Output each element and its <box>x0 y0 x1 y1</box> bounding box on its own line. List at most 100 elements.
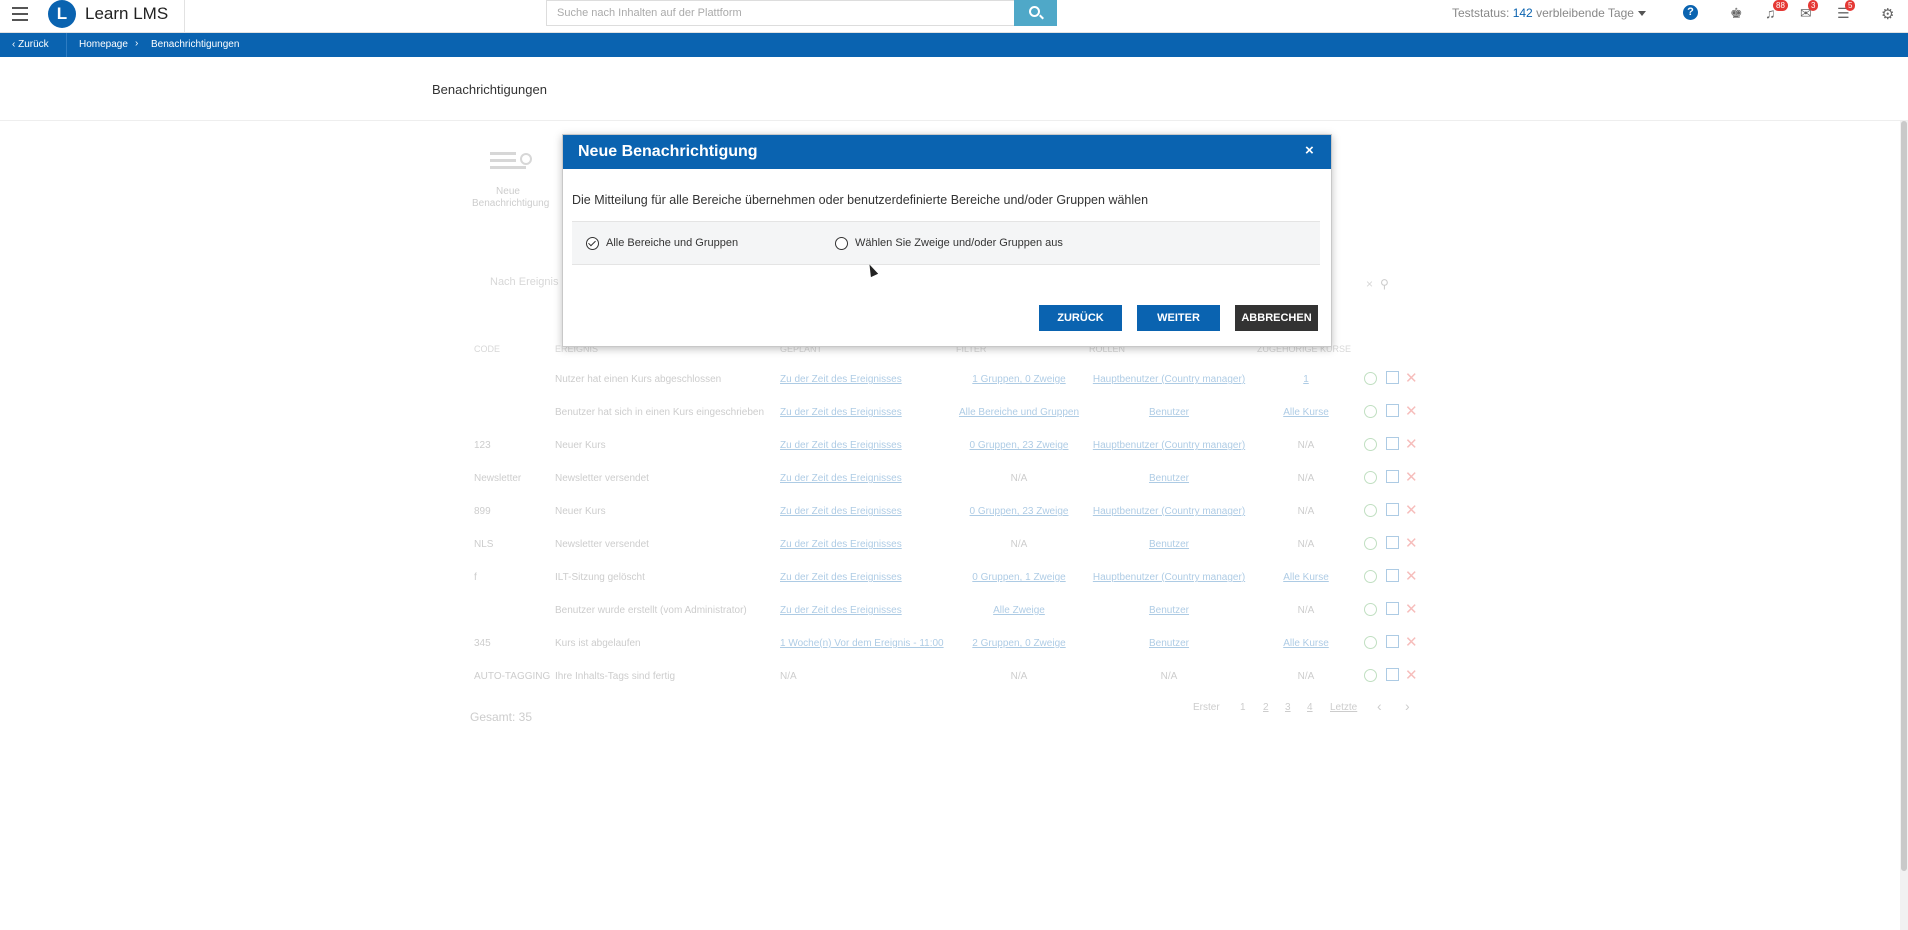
activate-icon[interactable] <box>1364 372 1377 385</box>
total-count: Gesamt: 35 <box>470 710 533 724</box>
cell-roles[interactable]: Benutzer <box>1088 407 1250 418</box>
table-row: Benutzer wurde erstellt (vom Administrat… <box>0 601 1908 638</box>
new-notification-dialog: Neue Benachrichtigung × Die Mitteilung f… <box>562 134 1332 347</box>
cell-roles[interactable]: Benutzer <box>1088 638 1250 649</box>
cell-event: Newsletter versendet <box>555 539 649 550</box>
edit-icon[interactable] <box>1386 437 1399 450</box>
delete-icon[interactable]: ✕ <box>1405 534 1418 552</box>
edit-icon[interactable] <box>1386 536 1399 549</box>
cell-roles[interactable]: Hauptbenutzer (Country manager) <box>1088 374 1250 385</box>
table-row: 345 Kurs ist abgelaufen 1 Woche(n) Vor dem… <box>0 634 1908 671</box>
delete-icon[interactable]: ✕ <box>1405 666 1418 684</box>
delete-icon[interactable]: ✕ <box>1405 435 1418 453</box>
cell-scheduled[interactable]: Zu der Zeit des Ereignisses <box>780 473 902 484</box>
cell-event: Newsletter versendet <box>555 473 649 484</box>
activate-icon[interactable] <box>1364 405 1377 418</box>
activate-icon[interactable] <box>1364 570 1377 583</box>
table-row: AUTO-TAGGING Ihre Inhalts-Tags sind ferti… <box>0 667 1908 704</box>
radio-custom-areas[interactable] <box>835 237 848 250</box>
cell-filter: N/A <box>1010 539 1028 550</box>
activate-icon[interactable] <box>1364 669 1377 682</box>
cell-courses: N/A <box>1297 506 1315 517</box>
cell-filter[interactable]: 2 Gruppen, 0 Zweige <box>950 638 1088 649</box>
chevron-left-icon[interactable]: ‹ <box>1377 698 1382 714</box>
activate-icon[interactable] <box>1364 504 1377 517</box>
cell-filter[interactable]: Alle Bereiche und Gruppen <box>950 407 1088 418</box>
cell-filter[interactable]: Alle Zweige <box>950 605 1088 616</box>
pagination-page[interactable]: 1 <box>1240 702 1246 713</box>
delete-icon[interactable]: ✕ <box>1405 600 1418 618</box>
activate-icon[interactable] <box>1364 603 1377 616</box>
edit-icon[interactable] <box>1386 470 1399 483</box>
edit-icon[interactable] <box>1386 569 1399 582</box>
cell-scheduled[interactable]: Zu der Zeit des Ereignisses <box>780 440 902 451</box>
cell-scheduled[interactable]: Zu der Zeit des Ereignisses <box>780 407 902 418</box>
delete-icon[interactable]: ✕ <box>1405 633 1418 651</box>
edit-icon[interactable] <box>1386 503 1399 516</box>
chevron-right-icon[interactable]: › <box>1405 698 1410 714</box>
edit-icon[interactable] <box>1386 602 1399 615</box>
cell-scheduled[interactable]: Zu der Zeit des Ereignisses <box>780 605 902 616</box>
activate-icon[interactable] <box>1364 537 1377 550</box>
delete-icon[interactable]: ✕ <box>1405 468 1418 486</box>
edit-icon[interactable] <box>1386 404 1399 417</box>
scope-radio-group: Alle Bereiche und Gruppen Wählen Sie Zwe… <box>572 221 1320 265</box>
event-filter-input[interactable]: Nach Ereignis <box>490 276 558 288</box>
cell-event: Kurs ist abgelaufen <box>555 638 641 649</box>
close-icon[interactable]: × <box>1305 142 1314 159</box>
cell-courses: N/A <box>1297 605 1315 616</box>
cell-filter[interactable]: 1 Gruppen, 0 Zweige <box>950 374 1088 385</box>
delete-icon[interactable]: ✕ <box>1405 402 1418 420</box>
edit-icon[interactable] <box>1386 635 1399 648</box>
cell-event: Ihre Inhalts-Tags sind fertig <box>555 671 676 682</box>
cell-courses[interactable]: 1 <box>1262 374 1350 385</box>
search-icon[interactable]: ⚲ <box>1380 277 1389 291</box>
cell-filter[interactable]: 0 Gruppen, 23 Zweige <box>950 440 1088 451</box>
cell-courses[interactable]: Alle Kurse <box>1262 407 1350 418</box>
activate-icon[interactable] <box>1364 438 1377 451</box>
scrollbar-thumb[interactable] <box>1901 121 1907 871</box>
pagination-last[interactable]: Letzte <box>1330 702 1357 713</box>
cancel-button[interactable]: ABBRECHEN <box>1235 305 1318 331</box>
cell-roles[interactable]: Benutzer <box>1088 539 1250 550</box>
cell-scheduled[interactable]: Zu der Zeit des Ereignisses <box>780 506 902 517</box>
cell-scheduled[interactable]: Zu der Zeit des Ereignisses <box>780 539 902 550</box>
cell-filter[interactable]: 0 Gruppen, 1 Zweige <box>950 572 1088 583</box>
cell-scheduled[interactable]: 1 Woche(n) Vor dem Ereignis - 11:00 <box>780 638 944 649</box>
cell-courses: N/A <box>1297 671 1315 682</box>
edit-icon[interactable] <box>1386 668 1399 681</box>
clear-icon[interactable]: × <box>1366 277 1373 291</box>
cell-scheduled[interactable]: Zu der Zeit des Ereignisses <box>780 374 902 385</box>
delete-icon[interactable]: ✕ <box>1405 501 1418 519</box>
table-row: 123 Neuer Kurs Zu der Zeit des Ereignisses… <box>0 436 1908 473</box>
cell-event: Neuer Kurs <box>555 440 606 451</box>
pagination-page[interactable]: 2 <box>1263 702 1269 713</box>
cell-roles[interactable]: Hauptbenutzer (Country manager) <box>1088 572 1250 583</box>
next-button[interactable]: WEITER <box>1137 305 1220 331</box>
cell-scheduled: N/A <box>780 671 797 682</box>
back-button[interactable]: ZURÜCK <box>1039 305 1122 331</box>
cell-scheduled[interactable]: Zu der Zeit des Ereignisses <box>780 572 902 583</box>
new-notification-label[interactable]: Neue Benachrichtigung <box>472 186 549 210</box>
pagination-page[interactable]: 4 <box>1307 702 1313 713</box>
cell-courses[interactable]: Alle Kurse <box>1262 572 1350 583</box>
radio-custom-areas-label[interactable]: Wählen Sie Zweige und/oder Gruppen aus <box>855 237 1063 249</box>
radio-all-areas-label[interactable]: Alle Bereiche und Gruppen <box>606 237 738 249</box>
radio-all-areas[interactable] <box>586 237 599 250</box>
pagination-first[interactable]: Erster <box>1193 702 1220 713</box>
add-list-icon[interactable] <box>490 150 532 172</box>
activate-icon[interactable] <box>1364 471 1377 484</box>
pagination-page[interactable]: 3 <box>1285 702 1291 713</box>
cell-roles[interactable]: Hauptbenutzer (Country manager) <box>1088 506 1250 517</box>
cell-event: Benutzer hat sich in einen Kurs eingesch… <box>555 407 765 418</box>
cell-courses[interactable]: Alle Kurse <box>1262 638 1350 649</box>
cell-filter[interactable]: 0 Gruppen, 23 Zweige <box>950 506 1088 517</box>
cell-roles[interactable]: Hauptbenutzer (Country manager) <box>1088 440 1250 451</box>
delete-icon[interactable]: ✕ <box>1405 567 1418 585</box>
delete-icon[interactable]: ✕ <box>1405 369 1418 387</box>
cell-roles[interactable]: Benutzer <box>1088 473 1250 484</box>
activate-icon[interactable] <box>1364 636 1377 649</box>
table-row: Nutzer hat einen Kurs abgeschlossen Zu de… <box>0 370 1908 407</box>
cell-roles[interactable]: Benutzer <box>1088 605 1250 616</box>
edit-icon[interactable] <box>1386 371 1399 384</box>
